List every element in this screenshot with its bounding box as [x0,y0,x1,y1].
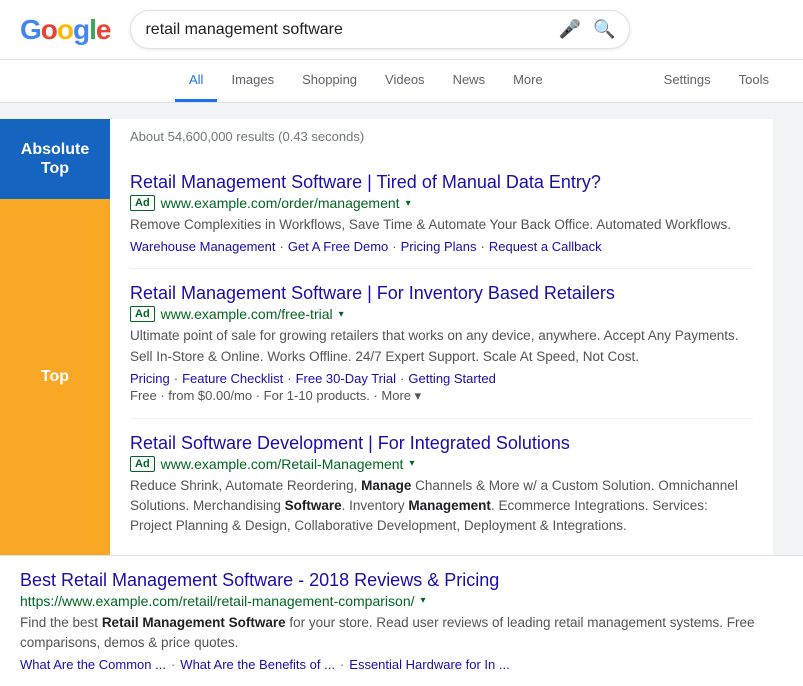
ad-result-2: Retail Management Software | For Invento… [130,269,753,419]
ad-1-url[interactable]: www.example.com/order/management [161,195,400,211]
search-icons: 🎤 🔍 [559,19,616,40]
tab-images[interactable]: Images [217,60,288,102]
tab-more[interactable]: More [499,60,557,102]
left-labels: Absolute Top Top [0,119,110,555]
ad-2-link-4[interactable]: Getting Started [408,371,495,386]
ad-1-dropdown-arrow[interactable]: ▾ [406,198,411,209]
results-count: About 54,600,000 results (0.43 seconds) [130,119,753,158]
ad-2-desc: Ultimate point of sale for growing retai… [130,326,753,367]
organic-result-1: Best Retail Management Software - 2018 R… [20,556,783,686]
nav-tabs: All Images Shopping Videos News More Set… [0,60,803,103]
organic-1-bold: Retail Management Software [102,615,286,630]
organic-1-title[interactable]: Best Retail Management Software - 2018 R… [20,570,783,591]
ad-2-link-3[interactable]: Free 30-Day Trial [296,371,396,386]
organic-1-url[interactable]: https://www.example.com/retail/retail-ma… [20,593,415,609]
absolute-top-label: Absolute Top [0,119,110,199]
ad-1-badge: Ad [130,195,155,211]
tab-shopping[interactable]: Shopping [288,60,371,102]
ad-2-title[interactable]: Retail Management Software | For Invento… [130,283,753,304]
ad-1-sep-1: · [280,239,284,254]
top-label: Top [0,199,110,555]
ad-3-badge: Ad [130,456,155,472]
google-logo: Google [20,14,110,46]
ad-1-link-1[interactable]: Warehouse Management [130,239,276,254]
ad-2-link-1[interactable]: Pricing [130,371,170,386]
results-content: About 54,600,000 results (0.43 seconds) … [110,119,773,555]
ad-2-sep-2: · [287,371,291,386]
ad-2-free-note: Free · from $0.00/mo · For 1-10 products… [130,388,753,404]
ad-3-bold-1: Manage [361,478,411,493]
organic-1-sitelinks: What Are the Common ... · What Are the B… [20,657,783,672]
ad-3-desc: Reduce Shrink, Automate Reordering, Mana… [130,476,753,537]
ad-result-3: Retail Software Development | For Integr… [130,419,753,555]
ad-2-url-row: Ad www.example.com/free-trial ▾ [130,306,753,322]
ad-1-sep-2: · [392,239,396,254]
sitelink-sep-2: · [340,657,344,672]
ad-3-url-row: Ad www.example.com/Retail-Management ▾ [130,456,753,472]
ad-3-bold-3: Management [408,498,491,513]
ad-3-dropdown-arrow[interactable]: ▾ [409,458,414,469]
nav-right: Settings Tools [650,60,783,102]
organic-1-url-row: https://www.example.com/retail/retail-ma… [20,593,783,609]
ad-1-links: Warehouse Management · Get A Free Demo ·… [130,239,753,254]
mic-icon[interactable]: 🎤 [559,19,581,40]
search-input[interactable] [145,21,558,39]
ad-2-sep-3: · [400,371,404,386]
header: Google 🎤 🔍 [0,0,803,60]
tab-videos[interactable]: Videos [371,60,439,102]
ad-1-title[interactable]: Retail Management Software | Tired of Ma… [130,172,753,193]
sitelink-1[interactable]: What Are the Common ... [20,657,166,672]
ad-2-link-2[interactable]: Feature Checklist [182,371,283,386]
tab-settings[interactable]: Settings [650,60,725,102]
ad-1-desc: Remove Complexities in Workflows, Save T… [130,215,753,235]
ad-2-links: Pricing · Feature Checklist · Free 30-Da… [130,371,753,386]
ad-2-url[interactable]: www.example.com/free-trial [161,306,333,322]
ad-1-link-4[interactable]: Request a Callback [489,239,602,254]
sitelink-sep-1: · [171,657,175,672]
ad-1-url-row: Ad www.example.com/order/management ▾ [130,195,753,211]
search-icon[interactable]: 🔍 [593,19,615,40]
ad-2-sep-1: · [174,371,178,386]
ad-1-link-3[interactable]: Pricing Plans [401,239,477,254]
sitelink-3[interactable]: Essential Hardware for In ... [349,657,509,672]
ad-1-sep-3: · [481,239,485,254]
ad-3-url[interactable]: www.example.com/Retail-Management [161,456,404,472]
ad-1-link-2[interactable]: Get A Free Demo [288,239,388,254]
search-bar: 🎤 🔍 [130,10,630,49]
results-right-padding [773,119,803,555]
organic-1-desc: Find the best Retail Management Software… [20,613,783,654]
tab-tools[interactable]: Tools [725,60,783,102]
ad-3-bold-2: Software [285,498,342,513]
tab-news[interactable]: News [439,60,500,102]
organic-section: Best Retail Management Software - 2018 R… [0,555,803,686]
results-area: Absolute Top Top About 54,600,000 result… [0,103,803,555]
ad-result-1: Retail Management Software | Tired of Ma… [130,158,753,269]
sitelink-2[interactable]: What Are the Benefits of ... [180,657,335,672]
ad-3-title[interactable]: Retail Software Development | For Integr… [130,433,753,454]
ad-2-dropdown-arrow[interactable]: ▾ [339,309,344,320]
ad-2-badge: Ad [130,306,155,322]
tab-all[interactable]: All [175,60,217,102]
